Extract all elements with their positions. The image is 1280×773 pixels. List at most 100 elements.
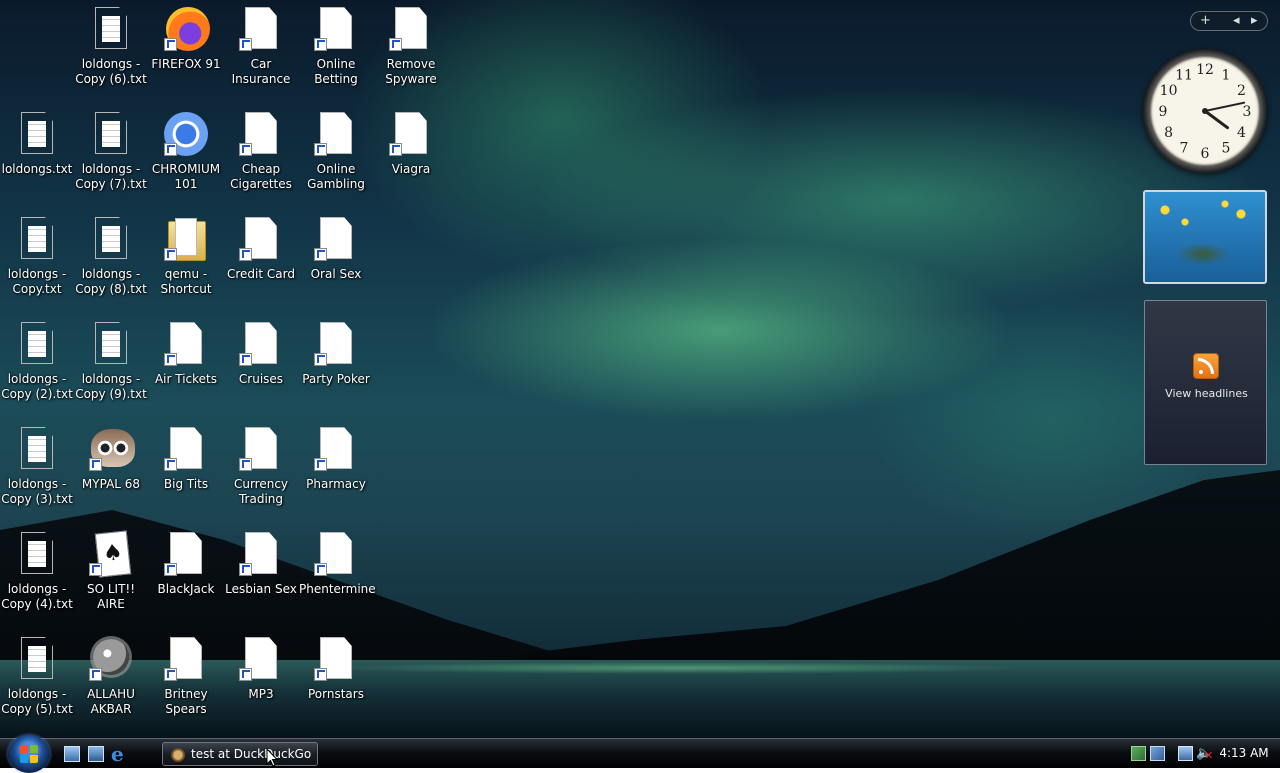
desktop-icon[interactable]: Pharmacy xyxy=(299,425,373,492)
firefox-icon xyxy=(162,5,210,53)
desktop-icon[interactable]: ♠ SO LIT!! AIRE xyxy=(74,530,148,612)
desktop-icon-label: Pharmacy xyxy=(306,477,366,491)
desktop-icon[interactable]: Remove Spyware xyxy=(374,5,448,87)
desktop-icon-label: loldongs - Copy (8).txt xyxy=(75,267,147,296)
shortcut-arrow-icon xyxy=(314,38,327,51)
desktop-icon[interactable]: Currency Trading xyxy=(224,425,298,507)
add-gadget-button[interactable]: + xyxy=(1200,13,1211,29)
desktop-icon-label: loldongs - Copy (9).txt xyxy=(75,372,147,401)
desktop-icon[interactable]: loldongs - Copy (2).txt xyxy=(0,320,74,402)
start-button[interactable] xyxy=(8,735,50,773)
desktop-icon[interactable]: loldongs - Copy (6).txt xyxy=(74,5,148,87)
desktop-icon[interactable]: FIREFOX 91 xyxy=(149,5,223,72)
desktop-icon-label: Cruises xyxy=(238,372,284,386)
tray-clock[interactable]: 4:13 AM xyxy=(1216,746,1272,760)
clock-number: 4 xyxy=(1237,125,1246,141)
shortcut-arrow-icon xyxy=(164,563,177,576)
tray-app-icon[interactable] xyxy=(1131,746,1146,761)
minesweeper-mine-icon xyxy=(87,635,135,683)
desktop-icon[interactable]: Online Gambling xyxy=(299,110,373,192)
text-file-icon xyxy=(13,635,61,683)
shortcut-arrow-icon xyxy=(164,38,177,51)
desktop-icon[interactable]: qemu - Shortcut xyxy=(149,215,223,297)
network-icon[interactable] xyxy=(1178,746,1193,761)
clock-hour-hand xyxy=(1203,109,1229,130)
desktop-icon[interactable]: Air Tickets xyxy=(149,320,223,387)
desktop-icon[interactable]: Lesbian Sex xyxy=(224,530,298,597)
desktop-icon[interactable]: Pornstars xyxy=(299,635,373,702)
desktop-icon[interactable]: loldongs - Copy (9).txt xyxy=(74,320,148,402)
desktop-icon[interactable]: Credit Card xyxy=(224,215,298,282)
desktop-icon-label: loldongs - Copy (3).txt xyxy=(1,477,73,506)
switch-windows-icon[interactable] xyxy=(88,746,104,762)
feed-headlines-gadget[interactable]: View headlines xyxy=(1144,300,1267,465)
desktop-icon[interactable]: Viagra xyxy=(374,110,448,177)
show-desktop-icon[interactable] xyxy=(64,746,80,762)
taskbar-window-button[interactable]: test at DuckDuckGo ... xyxy=(162,742,318,766)
desktop-icon[interactable]: MYPAL 68 xyxy=(74,425,148,492)
desktop-icon[interactable]: loldongs - Copy (8).txt xyxy=(74,215,148,297)
internet-explorer-icon[interactable]: e xyxy=(111,744,129,764)
prev-gadget-button[interactable]: ◂ xyxy=(1233,13,1240,29)
desktop-icon-label: loldongs.txt xyxy=(1,162,73,176)
desktop-icon[interactable]: Party Poker xyxy=(299,320,373,387)
shortcut-file-icon xyxy=(312,635,360,683)
desktop-icon[interactable]: Britney Spears xyxy=(149,635,223,717)
desktop-icon[interactable]: MP3 xyxy=(224,635,298,702)
text-file-icon xyxy=(13,425,61,473)
desktop-icon[interactable]: Cruises xyxy=(224,320,298,387)
shortcut-file-icon xyxy=(162,425,210,473)
clock-number: 12 xyxy=(1196,62,1214,78)
desktop-icon-label: Currency Trading xyxy=(233,477,289,506)
tray-app-icon-2[interactable] xyxy=(1150,746,1165,761)
windows-logo-icon xyxy=(20,745,38,763)
desktop-icon-label: Online Betting xyxy=(314,57,358,86)
solitaire-cards-icon: ♠ xyxy=(87,530,135,578)
desktop[interactable]: loldongs - Copy (6).txt FIREFOX 91 Car Ins… xyxy=(0,0,1280,738)
desktop-icon[interactable]: CHROMIUM 101 xyxy=(149,110,223,192)
shortcut-arrow-icon xyxy=(314,668,327,681)
clock-number: 8 xyxy=(1164,125,1173,141)
desktop-icon[interactable]: loldongs - Copy (3).txt xyxy=(0,425,74,507)
shortcut-arrow-icon xyxy=(314,143,327,156)
clock-number: 9 xyxy=(1159,104,1168,120)
desktop-icon[interactable]: loldongs - Copy (7).txt xyxy=(74,110,148,192)
desktop-icon[interactable]: BlackJack xyxy=(149,530,223,597)
desktop-icon-label: loldongs - Copy.txt xyxy=(7,267,67,296)
view-headlines-link[interactable]: View headlines xyxy=(1145,387,1268,400)
shortcut-arrow-icon xyxy=(164,458,177,471)
shortcut-arrow-icon xyxy=(314,248,327,261)
desktop-icon[interactable]: loldongs - Copy (5).txt xyxy=(0,635,74,717)
desktop-icon[interactable]: Oral Sex xyxy=(299,215,373,282)
desktop-icon-label: Cheap Cigarettes xyxy=(230,162,292,191)
shortcut-arrow-icon xyxy=(164,353,177,366)
desktop-icon-label: loldongs - Copy (4).txt xyxy=(1,582,73,611)
desktop-icon[interactable]: Car Insurance xyxy=(224,5,298,87)
clock-gadget[interactable]: 12 1 2 3 4 5 6 7 8 9 10 11 xyxy=(1143,49,1267,173)
text-file-icon xyxy=(87,320,135,368)
desktop-icon[interactable]: loldongs.txt xyxy=(0,110,74,177)
volume-muted-icon[interactable]: 🔈 ✕ xyxy=(1196,746,1213,762)
shortcut-arrow-icon xyxy=(239,353,252,366)
shortcut-arrow-icon xyxy=(314,563,327,576)
desktop-icon[interactable]: loldongs - Copy.txt xyxy=(0,215,74,297)
text-file-icon xyxy=(13,320,61,368)
desktop-icon[interactable]: loldongs - Copy (4).txt xyxy=(0,530,74,612)
shortcut-arrow-icon xyxy=(89,668,102,681)
desktop-icon-label: Online Gambling xyxy=(307,162,365,191)
mouse-cursor-icon xyxy=(266,748,279,767)
desktop-icon-label: Britney Spears xyxy=(164,687,208,716)
desktop-icon-label: Air Tickets xyxy=(154,372,218,386)
desktop-icon[interactable]: Phentermine xyxy=(299,530,376,597)
clock-number: 3 xyxy=(1243,104,1252,120)
desktop-icon[interactable]: Big Tits xyxy=(149,425,223,492)
desktop-icon[interactable]: Cheap Cigarettes xyxy=(224,110,298,192)
shortcut-file-icon xyxy=(162,320,210,368)
next-gadget-button[interactable]: ▸ xyxy=(1251,13,1258,29)
shortcut-file-icon xyxy=(312,215,360,263)
desktop-icon[interactable]: ALLAHU AKBAR xyxy=(74,635,148,717)
shortcut-file-icon xyxy=(387,110,435,158)
slideshow-gadget[interactable] xyxy=(1143,190,1267,284)
shortcut-arrow-icon xyxy=(389,38,402,51)
desktop-icon[interactable]: Online Betting xyxy=(299,5,373,87)
